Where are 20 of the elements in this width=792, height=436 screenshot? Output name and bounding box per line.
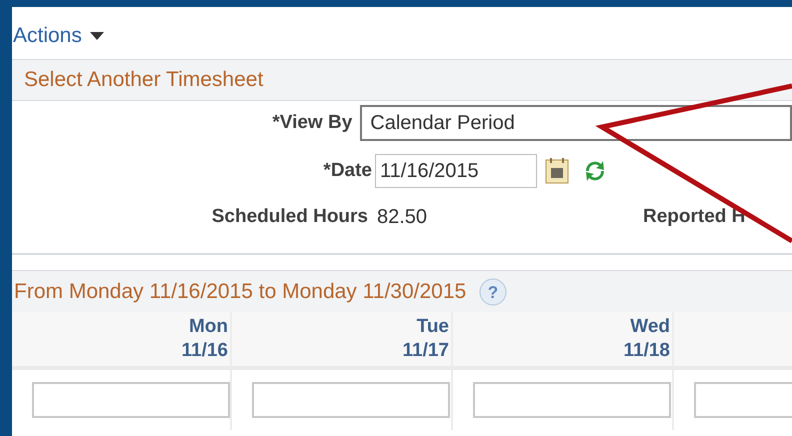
date-field[interactable]: 11/16/2015	[375, 154, 537, 188]
field-label: *Date	[322, 158, 373, 183]
column-header-date: 11/17	[402, 339, 449, 363]
view-by-dropdown[interactable]: Calendar Period	[360, 105, 792, 141]
section-title: From Monday 11/16/2015 to Monday 11/30/2015	[14, 278, 466, 305]
section-title: Select Another Timesheet	[24, 67, 264, 94]
hours-field[interactable]	[252, 382, 450, 418]
field-value: 82.50	[377, 205, 428, 230]
hours-field[interactable]	[473, 382, 671, 418]
column-header-date: 11/16	[182, 339, 228, 363]
field-label: Scheduled Hours	[210, 204, 369, 229]
actions-menu[interactable]: Actions	[13, 20, 104, 52]
caret-icon	[90, 32, 104, 40]
column-header-day: Mon	[188, 315, 228, 339]
field-label: *View By	[271, 110, 354, 135]
calendar-icon[interactable]	[544, 157, 570, 185]
column-header-date: 11/18	[624, 339, 670, 363]
hours-field[interactable]	[32, 382, 230, 418]
column-header-day: Tue	[416, 315, 449, 339]
column-header-day: Wed	[630, 315, 670, 339]
